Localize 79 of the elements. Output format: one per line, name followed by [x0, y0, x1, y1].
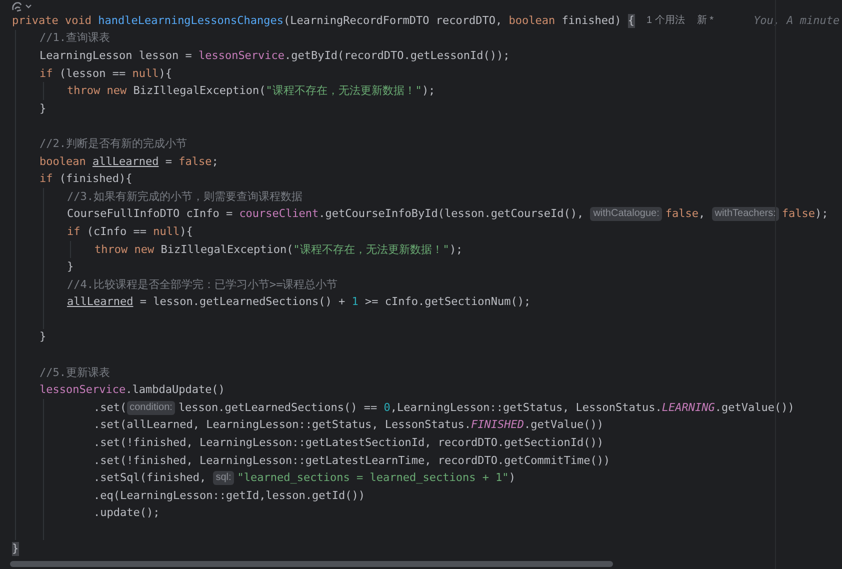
variable-name: allLearned — [67, 295, 134, 310]
code-text: } — [40, 330, 46, 344]
code-text: , — [698, 207, 706, 222]
code-text: BizIllegalException( — [160, 242, 294, 257]
method-name: handleLearningLessonsChanges — [98, 14, 284, 28]
code-comment: //1.查询课表 — [40, 31, 110, 46]
code-text: .set(allLearned, LearningLesson::getStatus, LessonStatus. — [94, 418, 471, 432]
horizontal-scrollbar[interactable] — [10, 561, 613, 567]
keyword: throw new — [94, 242, 156, 257]
keyword: if — [67, 224, 82, 239]
code-text: .set(!finished, LearningLesson::getLatestSectionId, recordDTO.getSectionId()) — [94, 436, 604, 450]
field-name: lessonService — [198, 48, 285, 63]
code-comment: //2.判断是否有新的完成小节 — [40, 136, 187, 151]
string-literal: "课程不存在，无法更新数据！" — [266, 84, 422, 98]
code-text: = lesson.getLearnedSections() + — [138, 295, 346, 310]
code-text: .setSql(finished, — [94, 471, 208, 486]
git-blame-annotation[interactable]: You, A minute — [754, 14, 840, 28]
string-literal: "课程不存在，无法更新数据！" — [293, 242, 450, 257]
number-literal: 1 — [352, 295, 358, 310]
code-text: .update(); — [94, 506, 160, 520]
code-text: BizIllegalException( — [133, 84, 266, 98]
code-text: ){ — [180, 224, 193, 239]
code-text: ); — [449, 242, 463, 257]
code-text: ,LearningLesson::getStatus, LessonStatus. — [390, 400, 662, 415]
code-text: (lesson == — [59, 66, 127, 81]
code-text: (LearningRecordFormDTO recordDTO, — [284, 14, 504, 28]
code-text: .getById(recordDTO.getLessonId()); — [284, 48, 510, 63]
keyword: false — [178, 154, 212, 169]
code-text: ); — [422, 84, 436, 98]
variable-name: allLearned — [92, 154, 159, 169]
code-comment: //3.如果有新完成的小节，则需要查询课程数据 — [67, 190, 302, 204]
chevron-down-icon[interactable] — [25, 4, 32, 8]
keyword: false — [782, 207, 815, 222]
constant-name: FINISHED — [471, 418, 524, 432]
keyword: null — [153, 224, 180, 239]
code-text: } — [40, 102, 46, 116]
code-text: .getCourseInfoById(lesson.getCourseId(), — [318, 207, 585, 222]
code-text: .getValue()) — [714, 400, 794, 415]
field-name: courseClient — [239, 207, 319, 222]
code-text: ); — [815, 207, 828, 222]
code-text: ; — [212, 154, 218, 169]
code-text: >= cInfo.getSectionNum(); — [364, 295, 531, 310]
code-text: (cInfo == — [86, 224, 148, 239]
number-literal: 0 — [384, 400, 390, 415]
keyword: null — [132, 66, 159, 81]
usage-hint[interactable]: 1 个用法 — [646, 14, 685, 28]
matching-brace: { — [628, 14, 635, 28]
code-text: finished) — [562, 14, 622, 28]
code-text: .set(!finished, LearningLesson::getLatestLearnTime, recordDTO.getCommitTime()) — [94, 454, 610, 468]
parameter-hint: withTeachers: — [712, 207, 779, 222]
keyword: boolean — [508, 14, 556, 28]
code-text: = — [164, 154, 173, 169]
code-text: LearningLesson lesson = — [40, 48, 193, 63]
code-text: .lambdaUpdate() — [126, 383, 225, 398]
keyword: if — [40, 172, 54, 186]
code-text: ){ — [158, 66, 172, 81]
code-text: lesson.getLearnedSections() == — [178, 400, 378, 415]
field-name: lessonService — [40, 383, 126, 398]
usage-hint[interactable]: 新 * — [696, 14, 714, 28]
string-literal: "learned_sections = learned_sections + 1" — [237, 471, 509, 486]
parameter-hint: withCatalogue: — [590, 207, 662, 222]
keyword: private void — [12, 14, 92, 28]
code-comment: //5.更新课表 — [40, 366, 110, 380]
code-comment: //4.比较课程是否全部学完：已学习小节>=课程总小节 — [67, 278, 338, 292]
constant-name: LEARNING — [662, 400, 715, 415]
keyword: false — [665, 207, 698, 222]
matching-brace: } — [12, 542, 19, 556]
keyword: throw new — [67, 84, 128, 98]
parameter-hint: condition: — [126, 400, 176, 415]
code-text: .set( — [94, 400, 127, 415]
parameter-hint: sql: — [212, 471, 234, 486]
keyword: if — [40, 66, 54, 81]
code-text: .eq(LearningLesson::getId,lesson.getId()) — [94, 488, 366, 503]
code-text: ) — [508, 471, 516, 486]
keyword: boolean — [40, 154, 87, 169]
code-text: .getValue()) — [524, 418, 604, 432]
code-text: (finished){ — [59, 172, 132, 186]
code-text: CourseFullInfoDTO cInfo = — [67, 207, 234, 222]
code-text: } — [67, 260, 74, 274]
